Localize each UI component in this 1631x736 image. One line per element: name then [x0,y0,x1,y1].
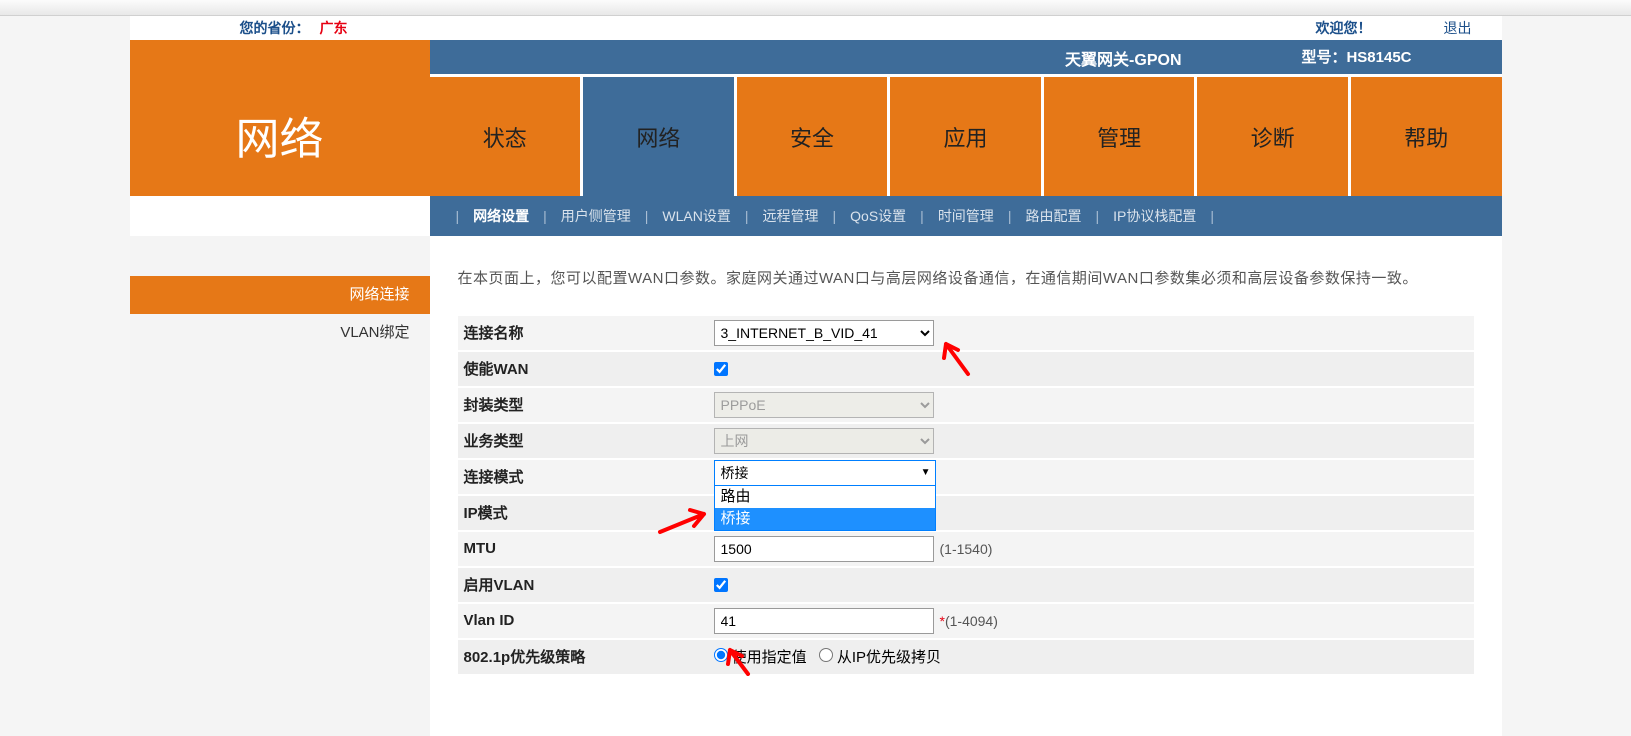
main-tab-2[interactable]: 安全 [737,77,891,196]
row-vlan-id: Vlan ID (1-4094) [458,604,1474,638]
page-description: 在本页面上，您可以配置WAN口参数。家庭网关通过WAN口与高层网络设备通信，在通… [458,266,1474,292]
sub-nav: |网络设置|用户侧管理|WLAN设置|远程管理|QoS设置|时间管理|路由配置|… [430,196,1502,236]
label-enable-vlan: 启用VLAN [458,574,714,595]
label-conn-name: 连接名称 [458,322,714,343]
radio-dot1p-specified-label[interactable]: 使用指定值 [714,646,807,667]
label-encap: 封装类型 [458,394,714,415]
model-value: HS8145C [1346,49,1411,66]
select-service[interactable]: 上网 [714,428,934,454]
checkbox-enable-vlan[interactable] [714,578,728,592]
hint-vlan-id: (1-4094) [940,613,998,629]
label-conn-mode: 连接模式 [458,466,714,487]
side-item-0[interactable]: 网络连接 [130,276,430,314]
radio-dot1p-copy-label[interactable]: 从IP优先级拷贝 [819,646,941,667]
radio-dot1p-copy[interactable] [819,648,833,662]
row-enable-vlan: 启用VLAN [458,568,1474,602]
dropdown-option-bridge[interactable]: 桥接 [715,508,935,530]
input-mtu[interactable] [714,536,934,562]
page-container: 您的省份： 广东 欢迎您！ 退出 天翼网关-GPON 型号：HS8145C 网络… [130,16,1502,736]
model-label: 型号：HS8145C [1301,46,1411,67]
body-row: 网络连接VLAN绑定 在本页面上，您可以配置WAN口参数。家庭网关通过WAN口与… [130,236,1502,736]
hint-mtu: (1-1540) [940,541,993,557]
label-dot1p: 802.1p优先级策略 [458,646,714,667]
brand-orange-block [130,40,430,74]
row-conn-name: 连接名称 3_INTERNET_B_VID_41 [458,316,1474,350]
row-enable-wan: 使能WAN [458,352,1474,386]
radio-dot1p-copy-text: 从IP优先级拷贝 [837,649,941,666]
main-tab-6[interactable]: 帮助 [1351,77,1502,196]
side-nav: 网络连接VLAN绑定 [130,236,430,736]
label-ip-mode: IP模式 [458,502,714,523]
browser-chrome [0,0,1631,16]
sub-nav-separator: | [912,208,932,224]
main-tab-5[interactable]: 诊断 [1197,77,1351,196]
label-service: 业务类型 [458,430,714,451]
wan-form: 连接名称 3_INTERNET_B_VID_41 使能WAN 封装类型 [458,316,1474,674]
main-tab-1[interactable]: 网络 [583,77,737,196]
welcome-text: 欢迎您！ [1316,16,1372,40]
radio-dot1p-specified-text: 使用指定值 [732,649,807,666]
sub-nav-separator: | [535,208,555,224]
radio-dot1p-specified[interactable] [714,648,728,662]
dropdown-option-route[interactable]: 路由 [715,486,935,508]
sub-nav-separator: | [737,208,757,224]
model-bar: 天翼网关-GPON 型号：HS8145C [130,40,1502,74]
section-title: 网络 [130,74,430,196]
label-mtu: MTU [458,540,714,557]
sub-tab-3[interactable]: 远程管理 [757,204,825,228]
checkbox-enable-wan[interactable] [714,362,728,376]
row-mtu: MTU (1-1540) [458,532,1474,566]
dropdown-conn-mode-list: 路由 桥接 [714,486,936,531]
main-content: 在本页面上，您可以配置WAN口参数。家庭网关通过WAN口与高层网络设备通信，在通… [430,236,1502,736]
dropdown-conn-mode-value: 桥接 [721,463,749,483]
sub-tab-4[interactable]: QoS设置 [844,204,912,228]
model-label-text: 型号： [1301,49,1346,66]
sub-nav-separator: | [825,208,845,224]
sub-nav-separator: | [1000,208,1020,224]
row-dot1p: 802.1p优先级策略 使用指定值 从IP优先级拷贝 [458,640,1474,674]
label-enable-wan: 使能WAN [458,358,714,379]
sub-tab-0[interactable]: 网络设置 [467,204,535,228]
sub-tab-2[interactable]: WLAN设置 [656,204,736,228]
sub-tab-7[interactable]: IP协议栈配置 [1107,204,1202,228]
label-vlan-id: Vlan ID [458,612,714,629]
select-encap[interactable]: PPPoE [714,392,934,418]
top-bar: 您的省份： 广东 欢迎您！ 退出 [130,16,1502,40]
main-tab-4[interactable]: 管理 [1044,77,1198,196]
main-tabs: 状态网络安全应用管理诊断帮助 [430,74,1502,196]
row-encap: 封装类型 PPPoE [458,388,1474,422]
dropdown-conn-mode[interactable]: 桥接 ▼ 路由 桥接 [714,460,936,531]
sub-tab-6[interactable]: 路由配置 [1019,204,1087,228]
main-nav-row: 网络 状态网络安全应用管理诊断帮助 [130,74,1502,196]
select-conn-name[interactable]: 3_INTERNET_B_VID_41 [714,320,934,346]
sub-nav-separator: | [1087,208,1107,224]
gateway-name: 天翼网关-GPON [1065,46,1181,70]
side-item-1[interactable]: VLAN绑定 [130,314,430,352]
main-tab-0[interactable]: 状态 [430,77,584,196]
sub-nav-separator: | [637,208,657,224]
sub-nav-separator: | [448,208,468,224]
sub-tab-5[interactable]: 时间管理 [932,204,1000,228]
main-tab-3[interactable]: 应用 [890,77,1044,196]
sub-tab-1[interactable]: 用户侧管理 [555,204,637,228]
logout-link[interactable]: 退出 [1444,16,1472,40]
province-label: 您的省份： [240,16,310,40]
province-value: 广东 [320,16,348,40]
row-conn-mode: 连接模式 桥接 ▼ 路由 桥接 [458,460,1474,494]
sub-nav-separator: | [1202,208,1222,224]
input-vlan-id[interactable] [714,608,934,634]
row-service: 业务类型 上网 [458,424,1474,458]
dropdown-conn-mode-header[interactable]: 桥接 ▼ [714,460,936,486]
row-ip-mode: IP模式 [458,496,1474,530]
chevron-down-icon: ▼ [921,467,931,478]
